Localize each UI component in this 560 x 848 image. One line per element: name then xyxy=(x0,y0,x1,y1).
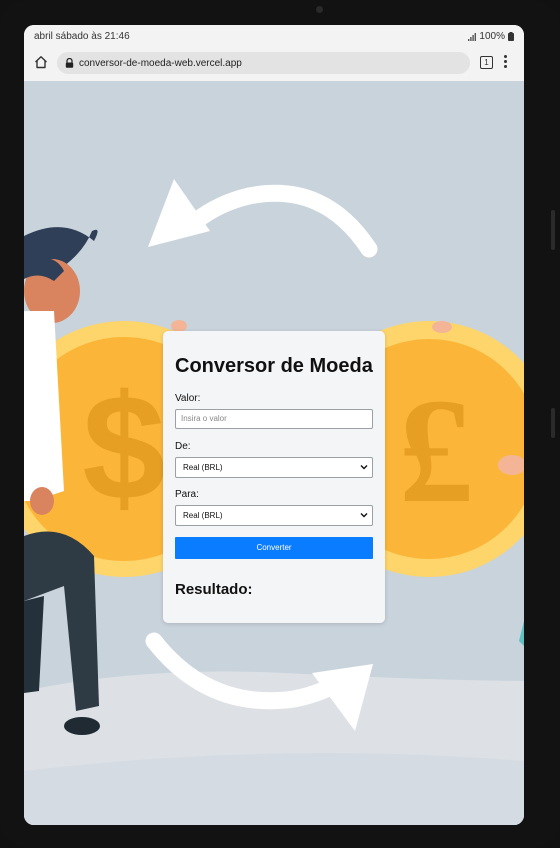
valor-input[interactable]: Insira o valor xyxy=(175,409,373,429)
para-select[interactable]: Real (BRL) xyxy=(175,505,373,526)
home-icon[interactable] xyxy=(34,55,48,69)
de-label: De: xyxy=(175,441,191,452)
status-time: abril sábado às 21:46 xyxy=(34,31,130,42)
page-content: $ £ Conversor de Moeda Valor: Insira o v… xyxy=(24,81,524,825)
lock-icon xyxy=(65,58,74,68)
power-button xyxy=(551,408,555,438)
status-bar: abril sábado às 21:46 100% xyxy=(24,25,524,47)
signal-icon xyxy=(468,32,477,41)
volume-button xyxy=(551,210,555,250)
valor-label: Valor: xyxy=(175,393,201,404)
url-text: conversor-de-moeda-web.vercel.app xyxy=(79,57,242,69)
battery-percent: 100% xyxy=(479,31,505,42)
battery-icon xyxy=(508,32,514,41)
pound-icon: £ xyxy=(399,368,474,534)
address-bar[interactable]: conversor-de-moeda-web.vercel.app xyxy=(57,52,470,74)
browser-toolbar: conversor-de-moeda-web.vercel.app 1 xyxy=(24,47,524,82)
converter-card: Conversor de Moeda Valor: Insira o valor… xyxy=(163,331,385,623)
status-right: 100% xyxy=(468,31,514,42)
screen: abril sábado às 21:46 100% conversor-de-… xyxy=(24,25,524,825)
page-title: Conversor de Moeda xyxy=(175,355,373,377)
chevron-down-icon xyxy=(360,513,368,518)
de-selected-value: Real (BRL) xyxy=(183,463,223,472)
convert-button[interactable]: Converter xyxy=(175,537,373,559)
more-menu-icon[interactable] xyxy=(504,55,508,69)
dollar-icon: $ xyxy=(82,363,165,531)
chevron-down-icon xyxy=(360,465,368,470)
camera xyxy=(316,6,323,13)
result-label: Resultado: xyxy=(175,581,253,598)
tab-switcher-button[interactable]: 1 xyxy=(480,56,493,69)
para-label: Para: xyxy=(175,489,199,500)
tablet-device: abril sábado às 21:46 100% conversor-de-… xyxy=(0,0,560,848)
para-selected-value: Real (BRL) xyxy=(183,511,223,520)
de-select[interactable]: Real (BRL) xyxy=(175,457,373,478)
